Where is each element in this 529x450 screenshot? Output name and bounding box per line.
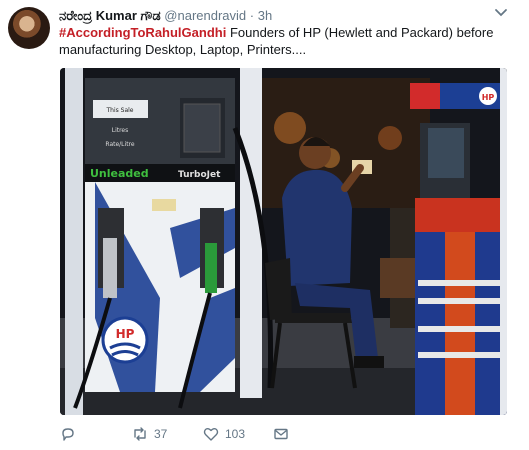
like-button[interactable]: 103 [203,426,245,442]
retweet-button[interactable]: 37 [132,426,167,442]
canopy-sign-text: HP [482,93,495,102]
like-count: 103 [225,427,246,441]
user-handle[interactable]: @narendravid [164,8,246,23]
tweet-card[interactable]: ನರೇಂದ್ರ Kumar ಗೌಡ @narendravid · 3h #Acc… [0,0,529,450]
hp-logo-text: HP [116,327,135,341]
reply-button[interactable] [60,426,76,442]
display-name[interactable]: ನರೇಂದ್ರ Kumar ಗೌಡ [59,8,161,23]
separator-dot: · [249,8,255,23]
tweet-timestamp[interactable]: 3h [258,8,272,23]
pump-sale-label: This Sale [105,107,133,114]
chevron-down-icon[interactable] [494,6,508,20]
retweet-icon [134,427,146,441]
turbojet-label: TurboJet [178,170,221,180]
hashtag-link[interactable]: #AccordingToRahulGandhi [59,25,226,40]
tweet-text: #AccordingToRahulGandhi Founders of HP (… [59,24,504,58]
pump-litres-label: Litres [112,127,129,134]
reply-icon [62,428,74,441]
tweet-photo[interactable]: This Sale Litres Rate/Litre Unleaded Tur… [60,68,507,415]
heart-icon [203,428,219,441]
tweet-header: ನರೇಂದ್ರ Kumar ಗೌಡ @narendravid · 3h [59,8,479,24]
retweet-count: 37 [154,427,168,441]
envelope-icon [274,428,288,440]
direct-message-button[interactable] [273,426,289,442]
fuel-station-photo: This Sale Litres Rate/Litre Unleaded Tur… [60,68,507,415]
pump-rate-label: Rate/Litre [105,141,134,148]
unleaded-label: Unleaded [90,167,149,180]
avatar[interactable] [8,7,50,49]
